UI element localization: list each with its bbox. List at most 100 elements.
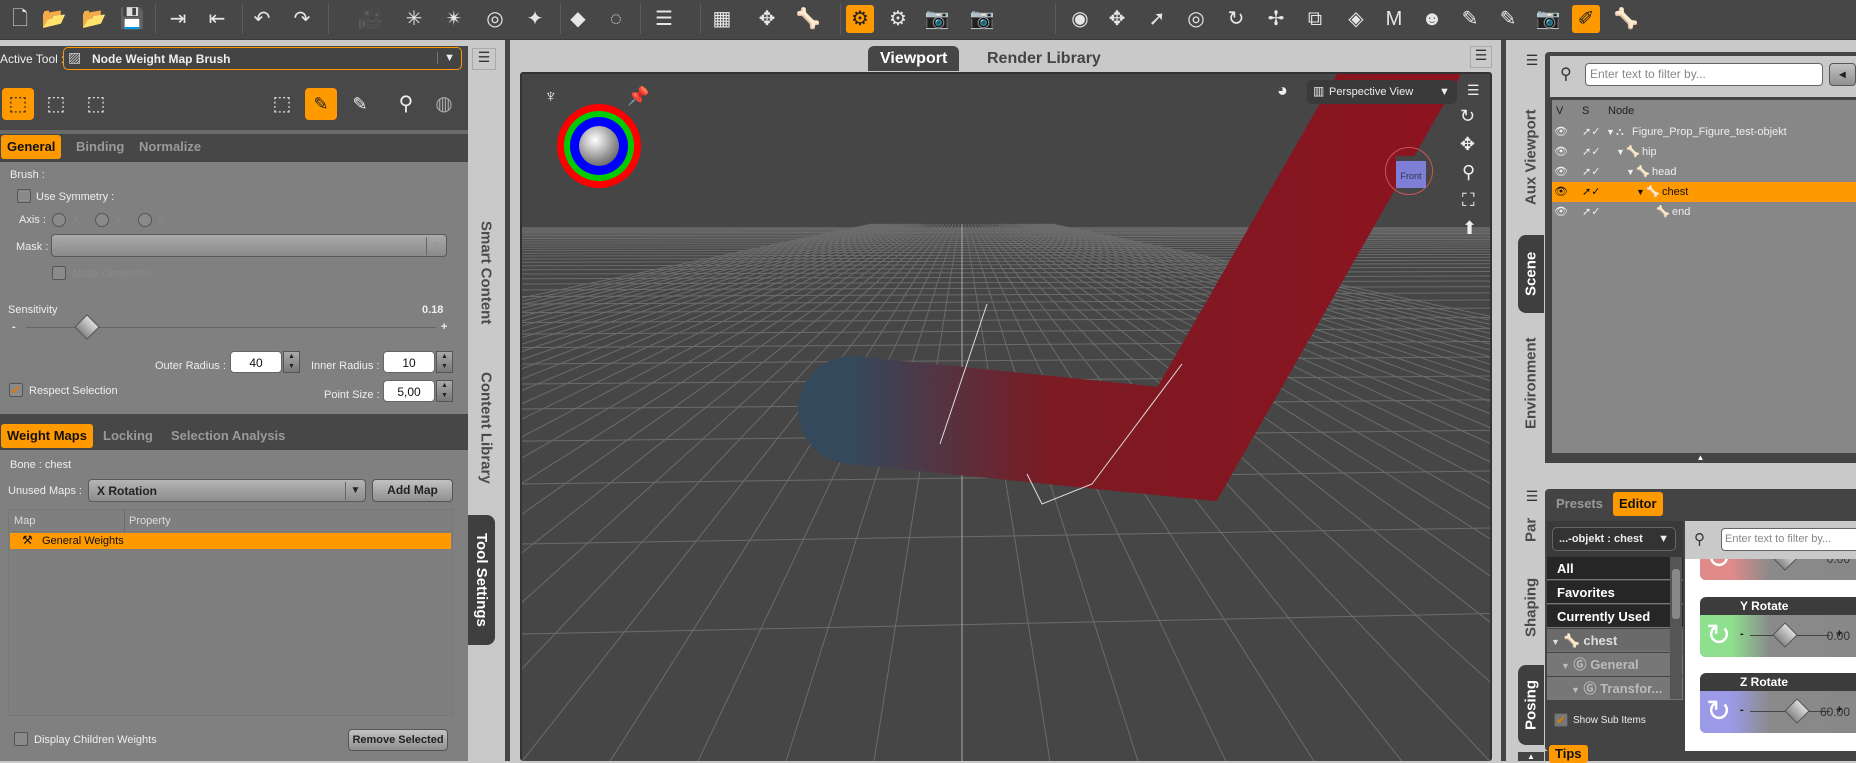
show-sub-items-checkbox[interactable]: ✔ — [1554, 713, 1568, 727]
pane-options-icon[interactable]: ☰ — [1521, 488, 1543, 510]
select-tool-icon[interactable]: ⬚ — [270, 88, 294, 120]
viewport-canvas[interactable]: ♆ 📌 ◕ ▥ Perspective View ▼ ☰ Front ↻ ✥ ⚲… — [522, 74, 1490, 761]
open-file-icon[interactable]: 📂 — [40, 5, 68, 33]
draw-style-icon[interactable]: ◕ — [1277, 80, 1288, 101]
remove-selected-button[interactable]: Remove Selected — [348, 729, 448, 751]
eye-icon[interactable]: 👁 — [1554, 162, 1568, 182]
search-icon[interactable]: ⚲ — [1694, 530, 1705, 548]
import-icon[interactable]: ⇥ — [164, 5, 192, 33]
surface-selection-icon[interactable]: ◈ — [1342, 5, 1370, 33]
eye-icon[interactable]: 👁 — [1554, 142, 1568, 162]
respect-selection-checkbox[interactable]: ✔ — [9, 383, 23, 397]
frame-icon[interactable]: ⛶ — [1462, 190, 1475, 211]
expand-arrow-icon[interactable]: ▼ — [1606, 122, 1615, 142]
rotate-tool-icon[interactable]: ↻ — [1222, 5, 1250, 33]
spot-render-icon[interactable]: 📷 — [968, 5, 996, 33]
zoom-icon[interactable]: ⚲ — [1462, 162, 1475, 183]
inner-radius-stepper[interactable]: ▲▼ — [436, 351, 453, 373]
pin-icon[interactable]: 📌 — [627, 86, 649, 107]
search-icon[interactable]: ⚲ — [1560, 64, 1572, 84]
expand-arrow-icon[interactable]: ▼ — [1561, 661, 1570, 671]
joint-editor-tool-icon[interactable]: 🦴 — [1612, 5, 1640, 33]
select-cursor-icon[interactable]: ➚✓ — [1582, 202, 1600, 222]
expand-arrow-icon[interactable]: ▼ — [1626, 162, 1635, 182]
export-icon[interactable]: ⇤ — [203, 5, 231, 33]
figure-pose-icon[interactable]: ♆ — [544, 86, 558, 107]
select-cursor-icon[interactable]: ➚✓ — [1582, 142, 1600, 162]
column-header-node[interactable]: Node — [1608, 105, 1634, 117]
column-header-selectable[interactable]: S — [1582, 105, 1589, 117]
reset-view-icon[interactable]: ⬆ — [1462, 218, 1477, 239]
geometry-editor-icon[interactable]: ✎ — [1494, 5, 1522, 33]
spot-render-tool-icon[interactable]: 📷 — [1534, 5, 1562, 33]
axis-y-radio[interactable] — [95, 213, 109, 227]
add-map-button[interactable]: Add Map — [372, 479, 453, 502]
select-add-icon[interactable]: ⬚ — [44, 88, 68, 120]
new-distant-light-icon[interactable]: ✳ — [400, 5, 428, 33]
category-tree-item[interactable]: ▼ Ⓖ General — [1547, 653, 1683, 676]
tab-parameters[interactable]: Par — [1518, 515, 1544, 545]
tab-weight-maps[interactable]: Weight Maps — [1, 424, 93, 448]
scale-tool-icon[interactable]: ⧉ — [1301, 5, 1329, 33]
view-navigate-icon[interactable]: ✥ — [1103, 5, 1131, 33]
tab-tool-settings[interactable]: Tool Settings — [468, 515, 495, 645]
select-region-icon[interactable]: ⬚ — [84, 88, 108, 120]
slider-knob[interactable] — [1772, 622, 1797, 647]
new-spotlight-icon[interactable]: ✴ — [440, 5, 468, 33]
tab-selection-analysis[interactable]: Selection Analysis — [165, 424, 291, 448]
parameter-slider-z-rotate[interactable]: Z Rotate↻-+60.00 — [1700, 673, 1856, 733]
new-linear-light-icon[interactable]: ✦ — [521, 5, 549, 33]
pane-options-icon[interactable]: ☰ — [472, 48, 496, 70]
bone-pin-icon[interactable]: ⚲ — [394, 88, 418, 120]
tree-row[interactable]: 👁➚✓▼⛬Figure_Prop_Figure_test-objekt — [1552, 122, 1856, 142]
use-symmetry-checkbox[interactable] — [17, 189, 31, 203]
pane-layout-icon[interactable]: ▦ — [708, 5, 736, 33]
new-primitive-icon[interactable]: ◆ — [564, 5, 592, 33]
globe-icon[interactable]: ◍ — [432, 88, 456, 120]
new-file-icon[interactable]: 🗋 — [6, 5, 34, 33]
universal-tool-icon[interactable]: ✥ — [753, 5, 781, 33]
tree-row[interactable]: 👁➚✓▼🦴hip — [1552, 142, 1856, 162]
region-navigator-icon[interactable]: ◎ — [1182, 5, 1210, 33]
tab-content-library[interactable]: Content Library — [470, 360, 502, 495]
left-splitter[interactable] — [505, 40, 510, 761]
camera-icon[interactable]: ◉ — [1066, 5, 1094, 33]
unused-maps-select[interactable]: X Rotation▼ — [88, 479, 366, 502]
slider-value[interactable]: 0.00 — [1827, 559, 1850, 566]
orbit-icon[interactable]: ↻ — [1460, 106, 1475, 127]
category-item[interactable]: All — [1547, 557, 1683, 580]
tab-presets[interactable]: Presets — [1550, 492, 1609, 516]
tab-aux-viewport[interactable]: Aux Viewport — [1518, 100, 1544, 215]
axis-x-radio[interactable] — [52, 213, 66, 227]
render-icon[interactable]: 📷 — [923, 5, 951, 33]
slider-minus[interactable]: - — [1740, 559, 1744, 563]
eye-icon[interactable]: 👁 — [1554, 202, 1568, 222]
slider-value[interactable]: 0.00 — [1827, 629, 1850, 643]
tab-environment[interactable]: Environment — [1518, 328, 1544, 438]
expand-arrow-icon[interactable]: ▼ — [1616, 142, 1625, 162]
new-camera-icon[interactable]: 🎥 — [356, 5, 384, 33]
column-header-map[interactable]: Map — [14, 515, 35, 527]
parameter-slider-y-rotate[interactable]: Y Rotate↻-+0.00 — [1700, 597, 1856, 657]
node-selection-icon[interactable]: ➚ — [1143, 5, 1171, 33]
category-tree-item[interactable]: ▼ 🦴 chest — [1547, 629, 1683, 652]
slider-knob[interactable] — [1772, 559, 1797, 571]
tab-render-library[interactable]: Render Library — [975, 46, 1113, 71]
expand-arrow-icon[interactable]: ▼ — [1636, 182, 1645, 202]
select-mode-icon[interactable]: ⬚ — [2, 88, 34, 120]
axis-z-radio[interactable] — [138, 213, 152, 227]
point-size-stepper[interactable]: ▲▼ — [436, 380, 453, 402]
weight-map-brush-icon[interactable]: ✐ — [1572, 5, 1600, 33]
parameter-slider-x-rotate[interactable]: X Rotate↻-+0.00 — [1700, 559, 1856, 580]
slider-minus[interactable]: - — [1740, 704, 1744, 716]
collapse-icon[interactable]: ▲ — [1518, 752, 1544, 761]
view-select[interactable]: ▥ Perspective View ▼ — [1307, 80, 1457, 104]
select-cursor-icon[interactable]: ➚✓ — [1582, 162, 1600, 182]
slider-plus[interactable]: + — [441, 321, 447, 333]
category-item[interactable]: Favorites — [1547, 581, 1683, 604]
align-icon[interactable]: ☰ — [650, 5, 678, 33]
tab-posing[interactable]: Posing — [1518, 665, 1544, 745]
expand-arrow-icon[interactable]: ▼ — [1551, 637, 1560, 647]
point-size-input[interactable]: 5,00 — [383, 380, 435, 402]
tab-binding[interactable]: Binding — [70, 135, 130, 159]
